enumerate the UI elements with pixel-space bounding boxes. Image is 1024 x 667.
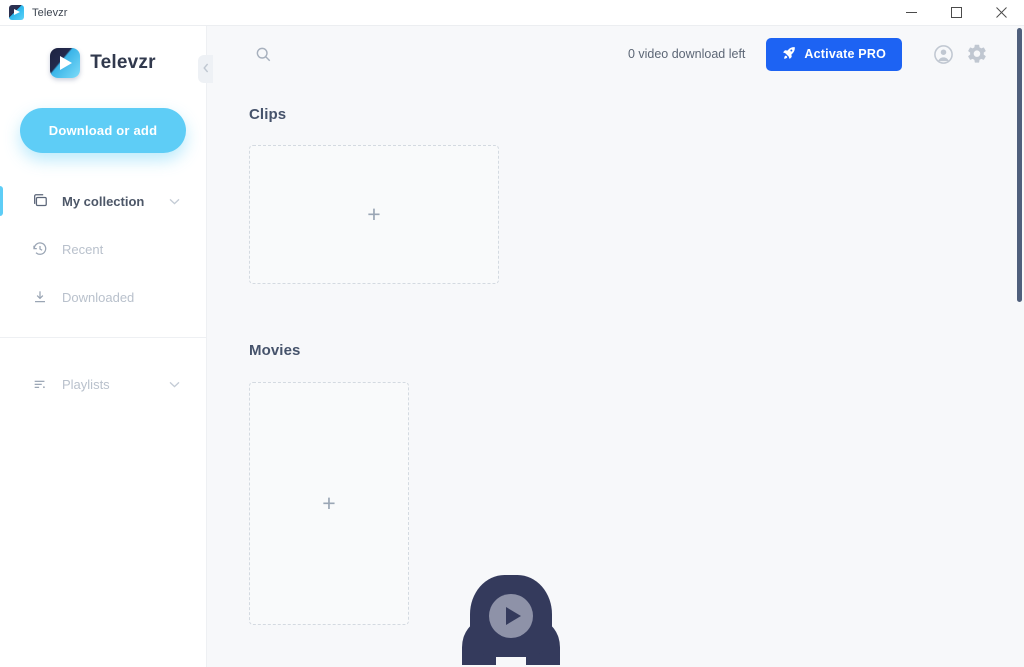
account-circle-icon[interactable] (926, 37, 960, 71)
app-shell: Televzr Download or add My collection Re… (0, 26, 1024, 667)
top-toolbar: 0 video download left Activate PRO (207, 26, 1024, 82)
movies-section: Movies + (249, 342, 1024, 625)
collection-folder-icon (31, 192, 49, 210)
sidebar-brand: Televzr (0, 32, 206, 94)
library-content: Clips + Movies + (207, 82, 1024, 665)
scrollbar-thumb[interactable] (1017, 28, 1022, 302)
minimize-icon[interactable] (889, 0, 934, 26)
chevron-left-icon (202, 60, 209, 78)
plus-icon: + (367, 201, 381, 227)
plus-icon: + (322, 490, 336, 516)
history-clock-icon (31, 240, 49, 258)
close-icon[interactable] (979, 0, 1024, 26)
titlebar-branding: Televzr (0, 5, 68, 20)
brand-name: Televzr (90, 52, 156, 73)
add-clip-tile[interactable]: + (249, 145, 499, 284)
download-or-add-button[interactable]: Download or add (20, 108, 186, 153)
chevron-down-icon[interactable] (169, 192, 180, 210)
sidebar: Televzr Download or add My collection Re… (0, 26, 213, 667)
sidebar-item-playlists[interactable]: Playlists (0, 360, 206, 408)
sidebar-collapse-handle[interactable] (198, 55, 213, 83)
maximize-icon[interactable] (934, 0, 979, 26)
televzr-play-logo-icon (9, 5, 24, 20)
gear-icon[interactable] (960, 37, 994, 71)
search-icon[interactable] (251, 42, 275, 66)
window-titlebar: Televzr (0, 0, 1024, 26)
section-title-clips: Clips (249, 106, 287, 123)
window-title: Televzr (32, 6, 68, 19)
sidebar-divider (0, 337, 206, 338)
sidebar-item-my-collection[interactable]: My collection (0, 177, 206, 225)
sidebar-item-label: Recent (62, 241, 104, 257)
sidebar-nav: My collection Recent Downloaded Playlist… (0, 177, 206, 408)
clips-section: Clips + (249, 106, 1024, 284)
add-movie-tile[interactable]: + (249, 382, 409, 625)
activate-pro-button[interactable]: Activate PRO (766, 37, 902, 71)
chevron-down-icon[interactable] (169, 375, 180, 393)
activate-pro-label: Activate PRO (804, 47, 886, 61)
sidebar-item-label: Playlists (62, 376, 110, 392)
window-controls (889, 0, 1024, 26)
vertical-scrollbar[interactable] (1014, 26, 1024, 667)
toolbar-actions: 0 video download left Activate PRO (628, 37, 994, 71)
sidebar-item-label: My collection (62, 193, 145, 209)
playlist-lines-icon (31, 375, 49, 393)
televzr-logo-icon (50, 48, 81, 78)
sidebar-group-playlists: Playlists (0, 360, 206, 408)
main-content: 0 video download left Activate PRO Clips… (207, 26, 1024, 667)
bubble-left-wing (462, 621, 496, 665)
section-title-movies: Movies (249, 342, 301, 359)
sidebar-item-label: Downloaded (62, 289, 135, 305)
download-arrow-icon (31, 288, 49, 306)
rocket-icon (782, 46, 796, 63)
download-quota-text: 0 video download left (627, 47, 746, 61)
sidebar-item-downloaded[interactable]: Downloaded (0, 273, 206, 321)
sidebar-item-recent[interactable]: Recent (0, 225, 206, 273)
bubble-right-wing (526, 621, 560, 665)
